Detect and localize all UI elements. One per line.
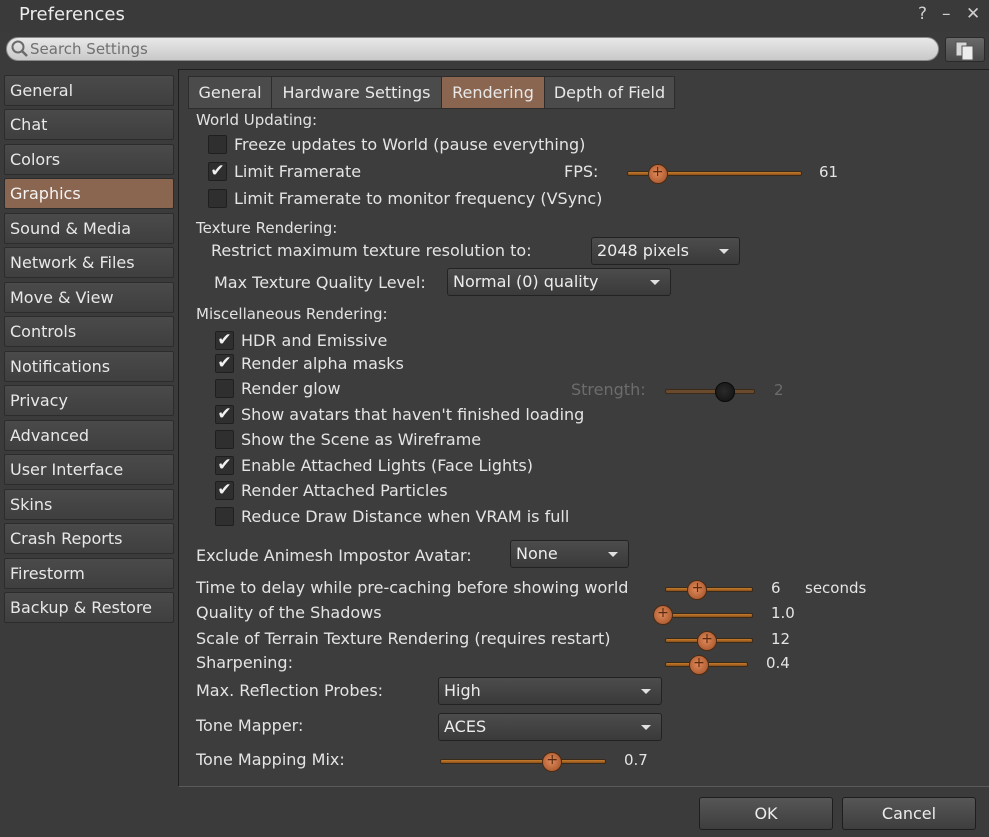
glow-strength-slider-knob bbox=[714, 382, 735, 402]
limit-framerate-checkbox[interactable]: ✔ bbox=[208, 162, 227, 181]
window-title: Preferences bbox=[19, 4, 125, 25]
terrain-slider-knob[interactable] bbox=[696, 631, 717, 651]
attached-particles-label: Render Attached Particles bbox=[241, 481, 448, 500]
tab-depth-of-field[interactable]: Depth of Field bbox=[544, 76, 675, 109]
impostor-value: None bbox=[516, 544, 558, 563]
chevron-down-icon bbox=[650, 280, 660, 285]
sidebar-item-sound-media[interactable]: Sound & Media bbox=[4, 213, 174, 244]
tab-hardware-settings[interactable]: Hardware Settings bbox=[271, 76, 442, 109]
shadows-label: Quality of the Shadows bbox=[196, 603, 382, 622]
fps-label: FPS: bbox=[564, 162, 599, 181]
minimize-icon[interactable]: – bbox=[942, 4, 951, 24]
impostor-label: Exclude Animesh Impostor Avatar: bbox=[196, 546, 472, 565]
glow-strength-value: 2 bbox=[774, 381, 784, 399]
tone-mix-slider-track[interactable] bbox=[440, 759, 606, 764]
sidebar-item-controls[interactable]: Controls bbox=[4, 316, 174, 347]
render-alpha-masks-checkbox[interactable]: ✔ bbox=[215, 354, 234, 373]
search-icon bbox=[11, 40, 28, 57]
precache-value: 6 bbox=[771, 579, 781, 597]
sidebar-item-crash-reports[interactable]: Crash Reports bbox=[4, 523, 174, 554]
render-glow-label: Render glow bbox=[241, 379, 341, 398]
cancel-button[interactable]: Cancel bbox=[842, 797, 976, 830]
hdr-emissive-label: HDR and Emissive bbox=[241, 331, 388, 350]
precache-slider-track[interactable] bbox=[665, 587, 753, 592]
sidebar-item-general[interactable]: General bbox=[4, 75, 174, 106]
render-glow-checkbox[interactable] bbox=[215, 379, 234, 398]
tab-general[interactable]: General bbox=[188, 76, 272, 109]
glow-strength-slider-track bbox=[665, 389, 755, 394]
limit-framerate-label: Limit Framerate bbox=[234, 162, 362, 181]
fps-slider-knob[interactable] bbox=[647, 164, 668, 184]
render-alpha-masks-label: Render alpha masks bbox=[241, 354, 404, 373]
terrain-label: Scale of Terrain Texture Rendering (requ… bbox=[196, 629, 611, 648]
sidebar-item-move-view[interactable]: Move & View bbox=[4, 282, 174, 313]
precache-label: Time to delay while pre-caching before s… bbox=[196, 578, 629, 597]
attached-particles-checkbox[interactable]: ✔ bbox=[215, 481, 234, 500]
texture-quality-value: Normal (0) quality bbox=[453, 272, 599, 291]
reduce-draw-distance-checkbox[interactable] bbox=[215, 507, 234, 526]
wireframe-checkbox[interactable] bbox=[215, 430, 234, 449]
texture-quality-dropdown[interactable]: Normal (0) quality bbox=[447, 268, 671, 296]
chevron-down-icon bbox=[719, 249, 729, 254]
attached-lights-checkbox[interactable]: ✔ bbox=[215, 456, 234, 475]
texture-rendering-heading: Texture Rendering: bbox=[196, 219, 338, 237]
sharpening-label: Sharpening: bbox=[196, 653, 293, 672]
sidebar-item-backup-restore[interactable]: Backup & Restore bbox=[4, 592, 174, 623]
sidebar-item-firestorm[interactable]: Firestorm bbox=[4, 558, 174, 589]
texture-resolution-value: 2048 pixels bbox=[597, 241, 690, 260]
vsync-checkbox[interactable] bbox=[208, 189, 227, 208]
ok-button[interactable]: OK bbox=[699, 797, 833, 830]
freeze-updates-label: Freeze updates to World (pause everythin… bbox=[234, 135, 586, 154]
tone-mapper-dropdown[interactable]: ACES bbox=[438, 713, 662, 741]
show-avatars-loading-label: Show avatars that haven't finished loadi… bbox=[241, 405, 585, 424]
reduce-draw-distance-label: Reduce Draw Distance when VRAM is full bbox=[241, 507, 570, 526]
vsync-label: Limit Framerate to monitor frequency (VS… bbox=[234, 189, 603, 208]
chevron-down-icon bbox=[641, 689, 651, 694]
sidebar-item-chat[interactable]: Chat bbox=[4, 109, 174, 140]
glow-strength-label: Strength: bbox=[571, 380, 646, 399]
shadows-slider-knob[interactable] bbox=[653, 605, 673, 625]
fps-value: 61 bbox=[819, 163, 839, 181]
freeze-updates-checkbox[interactable] bbox=[208, 135, 227, 154]
texture-quality-label: Max Texture Quality Level: bbox=[214, 273, 426, 292]
texture-resolution-dropdown[interactable]: 2048 pixels bbox=[591, 237, 740, 265]
title-bar[interactable] bbox=[0, 0, 989, 32]
sidebar-item-network-files[interactable]: Network & Files bbox=[4, 247, 174, 278]
sidebar-item-graphics[interactable]: Graphics bbox=[4, 178, 174, 209]
world-updating-heading: World Updating: bbox=[196, 111, 318, 129]
hdr-emissive-checkbox[interactable]: ✔ bbox=[215, 331, 234, 350]
tone-mix-value: 0.7 bbox=[624, 751, 648, 769]
sidebar-item-skins[interactable]: Skins bbox=[4, 489, 174, 520]
precache-unit: seconds bbox=[805, 579, 867, 597]
sidebar-item-advanced[interactable]: Advanced bbox=[4, 420, 174, 451]
copy-icon bbox=[955, 41, 974, 61]
shadows-value: 1.0 bbox=[771, 604, 795, 622]
sidebar-item-notifications[interactable]: Notifications bbox=[4, 351, 174, 382]
sidebar-item-user-interface[interactable]: User Interface bbox=[4, 454, 174, 485]
reflection-probes-dropdown[interactable]: High bbox=[438, 677, 662, 705]
copy-search-button[interactable] bbox=[945, 37, 985, 62]
reflection-probes-label: Max. Reflection Probes: bbox=[196, 681, 384, 700]
terrain-value: 12 bbox=[771, 630, 791, 648]
sidebar-item-privacy[interactable]: Privacy bbox=[4, 385, 174, 416]
wireframe-label: Show the Scene as Wireframe bbox=[241, 430, 482, 449]
chevron-down-icon bbox=[641, 725, 651, 730]
misc-rendering-heading: Miscellaneous Rendering: bbox=[196, 305, 388, 323]
help-icon[interactable]: ? bbox=[918, 4, 927, 24]
restrict-texture-label: Restrict maximum texture resolution to: bbox=[211, 241, 532, 260]
close-icon[interactable]: ✕ bbox=[966, 4, 980, 24]
sidebar-item-colors[interactable]: Colors bbox=[4, 144, 174, 175]
impostor-dropdown[interactable]: None bbox=[510, 540, 629, 568]
sharpening-value: 0.4 bbox=[766, 654, 790, 672]
tone-mapper-label: Tone Mapper: bbox=[196, 716, 304, 735]
chevron-down-icon bbox=[608, 552, 618, 557]
search-input[interactable] bbox=[30, 38, 930, 59]
tab-rendering[interactable]: Rendering bbox=[441, 76, 545, 109]
sharpening-slider-knob[interactable] bbox=[688, 655, 709, 675]
reflection-probes-value: High bbox=[444, 681, 481, 700]
tone-mix-label: Tone Mapping Mix: bbox=[196, 750, 345, 769]
show-avatars-loading-checkbox[interactable]: ✔ bbox=[215, 405, 234, 424]
attached-lights-label: Enable Attached Lights (Face Lights) bbox=[241, 456, 533, 475]
tone-mapper-value: ACES bbox=[444, 717, 487, 736]
